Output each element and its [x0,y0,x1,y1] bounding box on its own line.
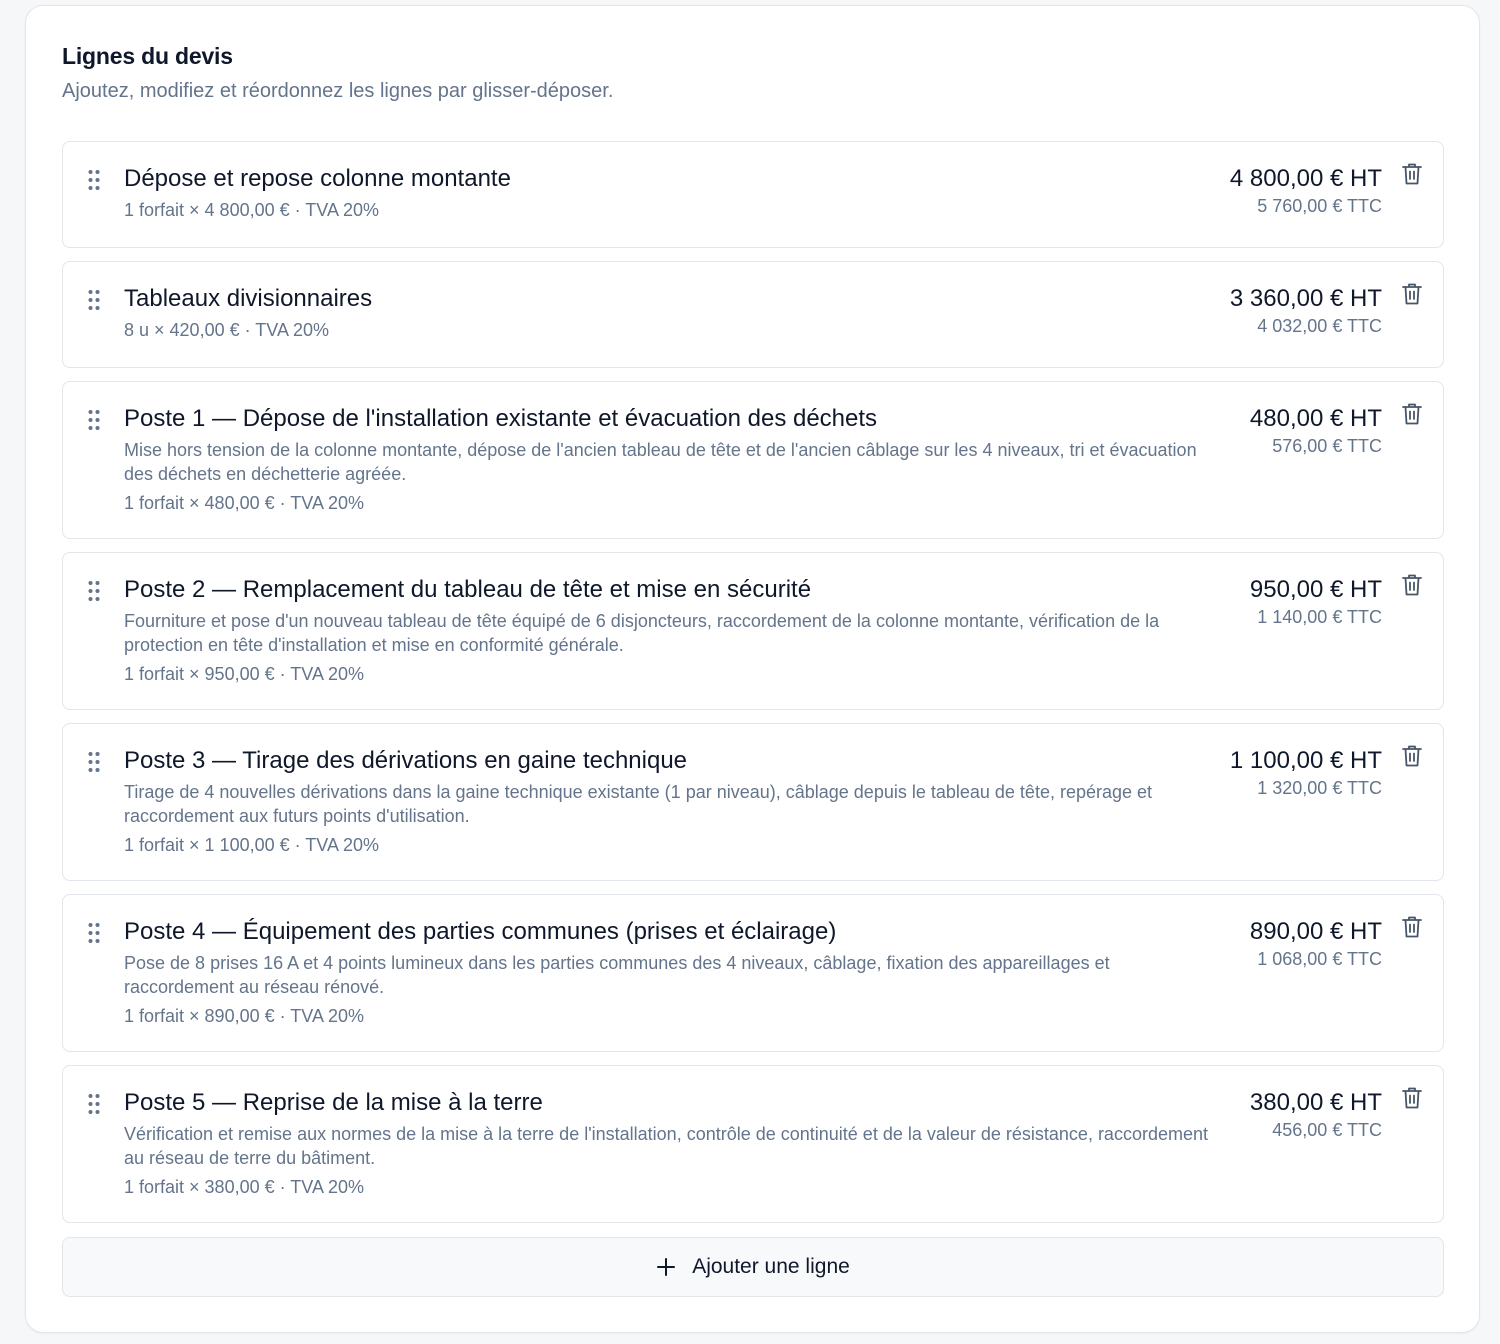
trash-icon[interactable] [1399,400,1425,428]
trash-icon[interactable] [1399,1084,1425,1112]
panel-title: Lignes du devis [62,43,233,69]
line-description: Mise hors tension de la colonne montante… [124,440,1197,484]
line-title: Tableaux divisionnaires [124,285,373,312]
line-amount-ht: 890,00 € HT [1249,918,1382,945]
line-amount-ht: 380,00 € HT [1249,1089,1382,1116]
panel-subtitle: Ajoutez, modifiez et réordonnez les lign… [62,80,614,102]
quote-lines-list: Dépose et repose colonne montante 1 forf… [62,141,1444,1236]
line-amounts: 380,00 € HT 456,00 € TTC [1250,1088,1382,1142]
line-amount-ht: 480,00 € HT [1249,405,1382,432]
quote-lines-panel: Lignes du devis Ajoutez, modifiez et réo… [25,5,1480,1333]
add-line-label: Ajouter une ligne [692,1255,850,1278]
line-description: Fourniture et pose d'un nouveau tableau … [124,611,1160,655]
line-title: Dépose et repose colonne montante [124,165,511,192]
line-meta: 1 forfait × 950,00 € · TVA 20% [124,664,364,684]
line-amounts: 1 100,00 € HT 1 320,00 € TTC [1230,746,1382,800]
line-amounts: 4 800,00 € HT 5 760,00 € TTC [1230,164,1382,218]
line-meta: 1 forfait × 1 100,00 € · TVA 20% [124,835,379,855]
line-amount-ttc: 456,00 € TTC [1272,1120,1382,1140]
drag-handle-icon[interactable] [87,751,101,773]
quote-line[interactable]: Poste 1 — Dépose de l'installation exist… [62,381,1444,539]
line-title: Poste 5 — Reprise de la mise à la terre [124,1089,543,1116]
line-amount-ttc: 1 068,00 € TTC [1257,949,1382,969]
add-line-button[interactable]: Ajouter une ligne [62,1237,1444,1297]
line-amounts: 950,00 € HT 1 140,00 € TTC [1250,575,1382,629]
panel-header: Lignes du devis Ajoutez, modifiez et réo… [62,42,613,104]
trash-icon[interactable] [1399,913,1425,941]
quote-line[interactable]: Dépose et repose colonne montante 1 forf… [62,141,1444,248]
line-description: Vérification et remise aux normes de la … [124,1124,1208,1168]
quote-line[interactable]: Tableaux divisionnaires 8 u × 420,00 € ·… [62,261,1444,368]
drag-handle-icon[interactable] [87,409,101,431]
drag-handle-icon[interactable] [87,289,101,311]
trash-icon[interactable] [1399,571,1425,599]
drag-handle-icon[interactable] [87,169,101,191]
line-meta: 1 forfait × 4 800,00 € · TVA 20% [124,200,379,220]
line-amount-ttc: 5 760,00 € TTC [1257,196,1382,216]
quote-line[interactable]: Poste 4 — Équipement des parties commune… [62,894,1444,1052]
line-title: Poste 1 — Dépose de l'installation exist… [124,405,878,432]
line-amount-ht: 1 100,00 € HT [1229,747,1382,774]
quote-line[interactable]: Poste 2 — Remplacement du tableau de têt… [62,552,1444,710]
line-amounts: 890,00 € HT 1 068,00 € TTC [1250,917,1382,971]
line-amounts: 480,00 € HT 576,00 € TTC [1250,404,1382,458]
plus-icon [656,1257,676,1277]
line-description: Tirage de 4 nouvelles dérivations dans l… [124,782,1153,826]
line-amount-ttc: 4 032,00 € TTC [1257,316,1382,336]
quote-line[interactable]: Poste 3 — Tirage des dérivations en gain… [62,723,1444,881]
line-title: Poste 3 — Tirage des dérivations en gain… [124,747,688,774]
drag-handle-icon[interactable] [87,922,101,944]
line-amounts: 3 360,00 € HT 4 032,00 € TTC [1230,284,1382,338]
line-meta: 8 u × 420,00 € · TVA 20% [124,320,329,340]
drag-handle-icon[interactable] [87,1093,101,1115]
trash-icon[interactable] [1399,742,1425,770]
trash-icon[interactable] [1399,280,1425,308]
trash-icon[interactable] [1399,160,1425,188]
line-meta: 1 forfait × 890,00 € · TVA 20% [124,1006,364,1026]
line-description: Pose de 8 prises 16 A et 4 points lumine… [124,953,1110,997]
line-meta: 1 forfait × 480,00 € · TVA 20% [124,493,364,513]
line-amount-ttc: 1 320,00 € TTC [1257,778,1382,798]
line-meta: 1 forfait × 380,00 € · TVA 20% [124,1177,364,1197]
quote-line[interactable]: Poste 5 — Reprise de la mise à la terre … [62,1065,1444,1223]
line-amount-ttc: 576,00 € TTC [1272,436,1382,456]
line-amount-ht: 3 360,00 € HT [1229,285,1382,312]
drag-handle-icon[interactable] [87,580,101,602]
line-amount-ht: 950,00 € HT [1249,576,1382,603]
line-title: Poste 4 — Équipement des parties commune… [124,918,837,945]
line-amount-ttc: 1 140,00 € TTC [1257,607,1382,627]
line-amount-ht: 4 800,00 € HT [1229,165,1382,192]
line-title: Poste 2 — Remplacement du tableau de têt… [124,576,812,603]
